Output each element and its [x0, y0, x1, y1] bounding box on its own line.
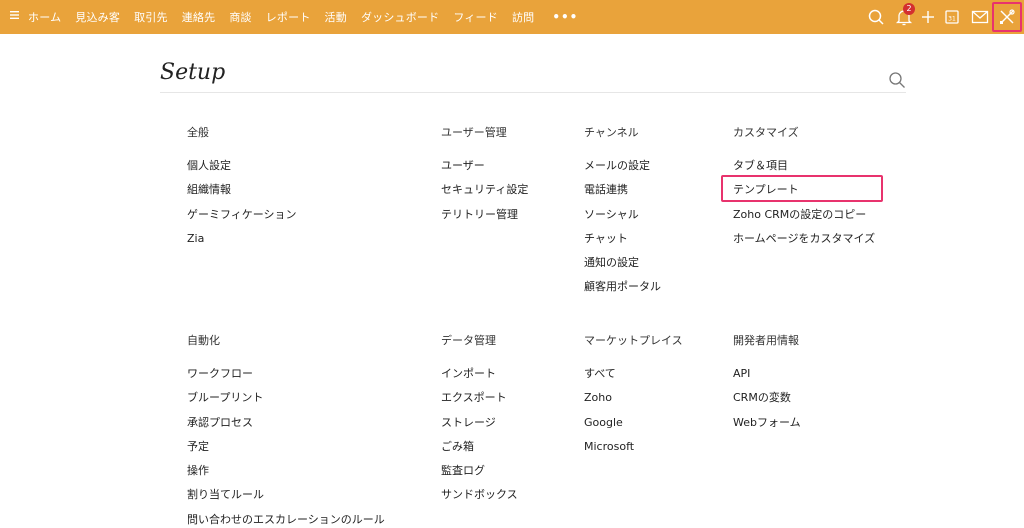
setup-link-personal-settings[interactable]: 個人設定 [187, 159, 297, 184]
section-title: カスタマイズ [733, 126, 799, 139]
setup-link-customize-home[interactable]: ホームページをカスタマイズ [733, 232, 875, 257]
nav-item-feeds[interactable]: フィード [453, 9, 498, 25]
nav-item-accounts[interactable]: 取引先 [134, 9, 168, 25]
setup-link-blueprint[interactable]: ブループリント [187, 392, 385, 416]
setup-link-portal[interactable]: 顧客用ポータル [584, 281, 661, 305]
section-channels: チャンネル メールの設定 電話連携 ソーシャル チャット 通知の設定 顧客用ポー… [584, 127, 661, 306]
menu-icon[interactable] [8, 8, 22, 22]
setup-link-sandbox[interactable]: サンドボックス [441, 489, 518, 513]
setup-link-company-details[interactable]: 組織情報 [187, 184, 297, 208]
svg-text:31: 31 [948, 16, 956, 23]
notification-badge: 2 [903, 3, 915, 15]
nav-item-reports[interactable]: レポート [266, 9, 311, 25]
section-title: マーケットプレイス [584, 334, 683, 347]
templates-highlight [721, 175, 883, 202]
section-title: 全般 [187, 126, 209, 139]
setup-link-audit-log[interactable]: 監査ログ [441, 465, 518, 489]
nav-item-home[interactable]: ホーム [28, 9, 61, 25]
setup-link-storage[interactable]: ストレージ [441, 416, 518, 441]
nav-item-contacts[interactable]: 連絡先 [182, 9, 216, 25]
calendar-icon[interactable]: 31 [942, 7, 962, 27]
nav-item-dashboards[interactable]: ダッシュボード [361, 9, 439, 25]
nav-items: ホーム 見込み客 取引先 連絡先 商談 レポート 活動 ダッシュボード フィード… [28, 0, 578, 34]
section-title: 開発者用情報 [733, 334, 799, 347]
setup-link-actions[interactable]: 操作 [187, 465, 385, 489]
page-title: Setup [160, 60, 226, 85]
setup-link-territory[interactable]: テリトリー管理 [441, 208, 528, 233]
mail-icon[interactable] [970, 7, 990, 27]
setup-link-api[interactable]: API [733, 367, 801, 392]
setup-link-zia[interactable]: Zia [187, 232, 297, 257]
section-title: ユーザー管理 [441, 126, 507, 139]
plus-icon[interactable] [918, 7, 938, 27]
setup-link-social[interactable]: ソーシャル [584, 208, 661, 233]
section-users: ユーザー管理 ユーザー セキュリティ設定 テリトリー管理 [441, 127, 528, 233]
nav-item-activities[interactable]: 活動 [325, 9, 347, 25]
setup-link-email[interactable]: メールの設定 [584, 159, 661, 184]
top-navigation-bar: ホーム 見込み客 取引先 連絡先 商談 レポート 活動 ダッシュボード フィード… [0, 0, 1024, 34]
setup-link-schedules[interactable]: 予定 [187, 440, 385, 465]
setup-link-recycle-bin[interactable]: ごみ箱 [441, 440, 518, 465]
setup-link-escalation-rules[interactable]: 問い合わせのエスカレーションのルール [187, 513, 385, 528]
nav-item-leads[interactable]: 見込み客 [75, 9, 120, 25]
search-icon[interactable] [866, 7, 886, 27]
section-general: 全般 個人設定 組織情報 ゲーミフィケーション Zia [187, 127, 297, 257]
setup-link-telephony[interactable]: 電話連携 [584, 184, 661, 208]
setup-link-all[interactable]: すべて [584, 367, 683, 392]
setup-link-import[interactable]: インポート [441, 367, 518, 392]
setup-link-copy-settings[interactable]: Zoho CRMの設定のコピー [733, 208, 875, 233]
setup-link-approval[interactable]: 承認プロセス [187, 416, 385, 441]
setup-link-google[interactable]: Google [584, 416, 683, 441]
section-marketplace: マーケットプレイス すべて Zoho Google Microsoft [584, 335, 683, 465]
setup-search-icon[interactable] [888, 71, 906, 89]
section-developer: 開発者用情報 API CRMの変数 Webフォーム [733, 335, 801, 441]
section-title: データ管理 [441, 334, 496, 347]
setup-link-notifications[interactable]: 通知の設定 [584, 257, 661, 281]
setup-link-zoho[interactable]: Zoho [584, 392, 683, 416]
setup-link-gamification[interactable]: ゲーミフィケーション [187, 208, 297, 233]
setup-tools-icon[interactable] [997, 7, 1017, 27]
setup-link-export[interactable]: エクスポート [441, 392, 518, 416]
setup-link-webforms[interactable]: Webフォーム [733, 416, 801, 441]
title-divider [160, 92, 906, 93]
setup-link-users[interactable]: ユーザー [441, 159, 528, 184]
setup-link-chat[interactable]: チャット [584, 232, 661, 257]
setup-link-workflow[interactable]: ワークフロー [187, 367, 385, 392]
setup-link-security[interactable]: セキュリティ設定 [441, 184, 528, 208]
section-automation: 自動化 ワークフロー ブループリント 承認プロセス 予定 操作 割り当てルール … [187, 335, 385, 528]
setup-link-assignment-rules[interactable]: 割り当てルール [187, 489, 385, 513]
section-title: 自動化 [187, 334, 220, 347]
section-data-admin: データ管理 インポート エクスポート ストレージ ごみ箱 監査ログ サンドボック… [441, 335, 518, 514]
more-modules-button[interactable]: ••• [552, 10, 578, 24]
section-title: チャンネル [584, 126, 639, 139]
nav-item-deals[interactable]: 商談 [229, 9, 251, 25]
setup-link-microsoft[interactable]: Microsoft [584, 440, 683, 465]
nav-item-visits[interactable]: 訪問 [512, 9, 534, 25]
setup-link-crm-variables[interactable]: CRMの変数 [733, 392, 801, 416]
